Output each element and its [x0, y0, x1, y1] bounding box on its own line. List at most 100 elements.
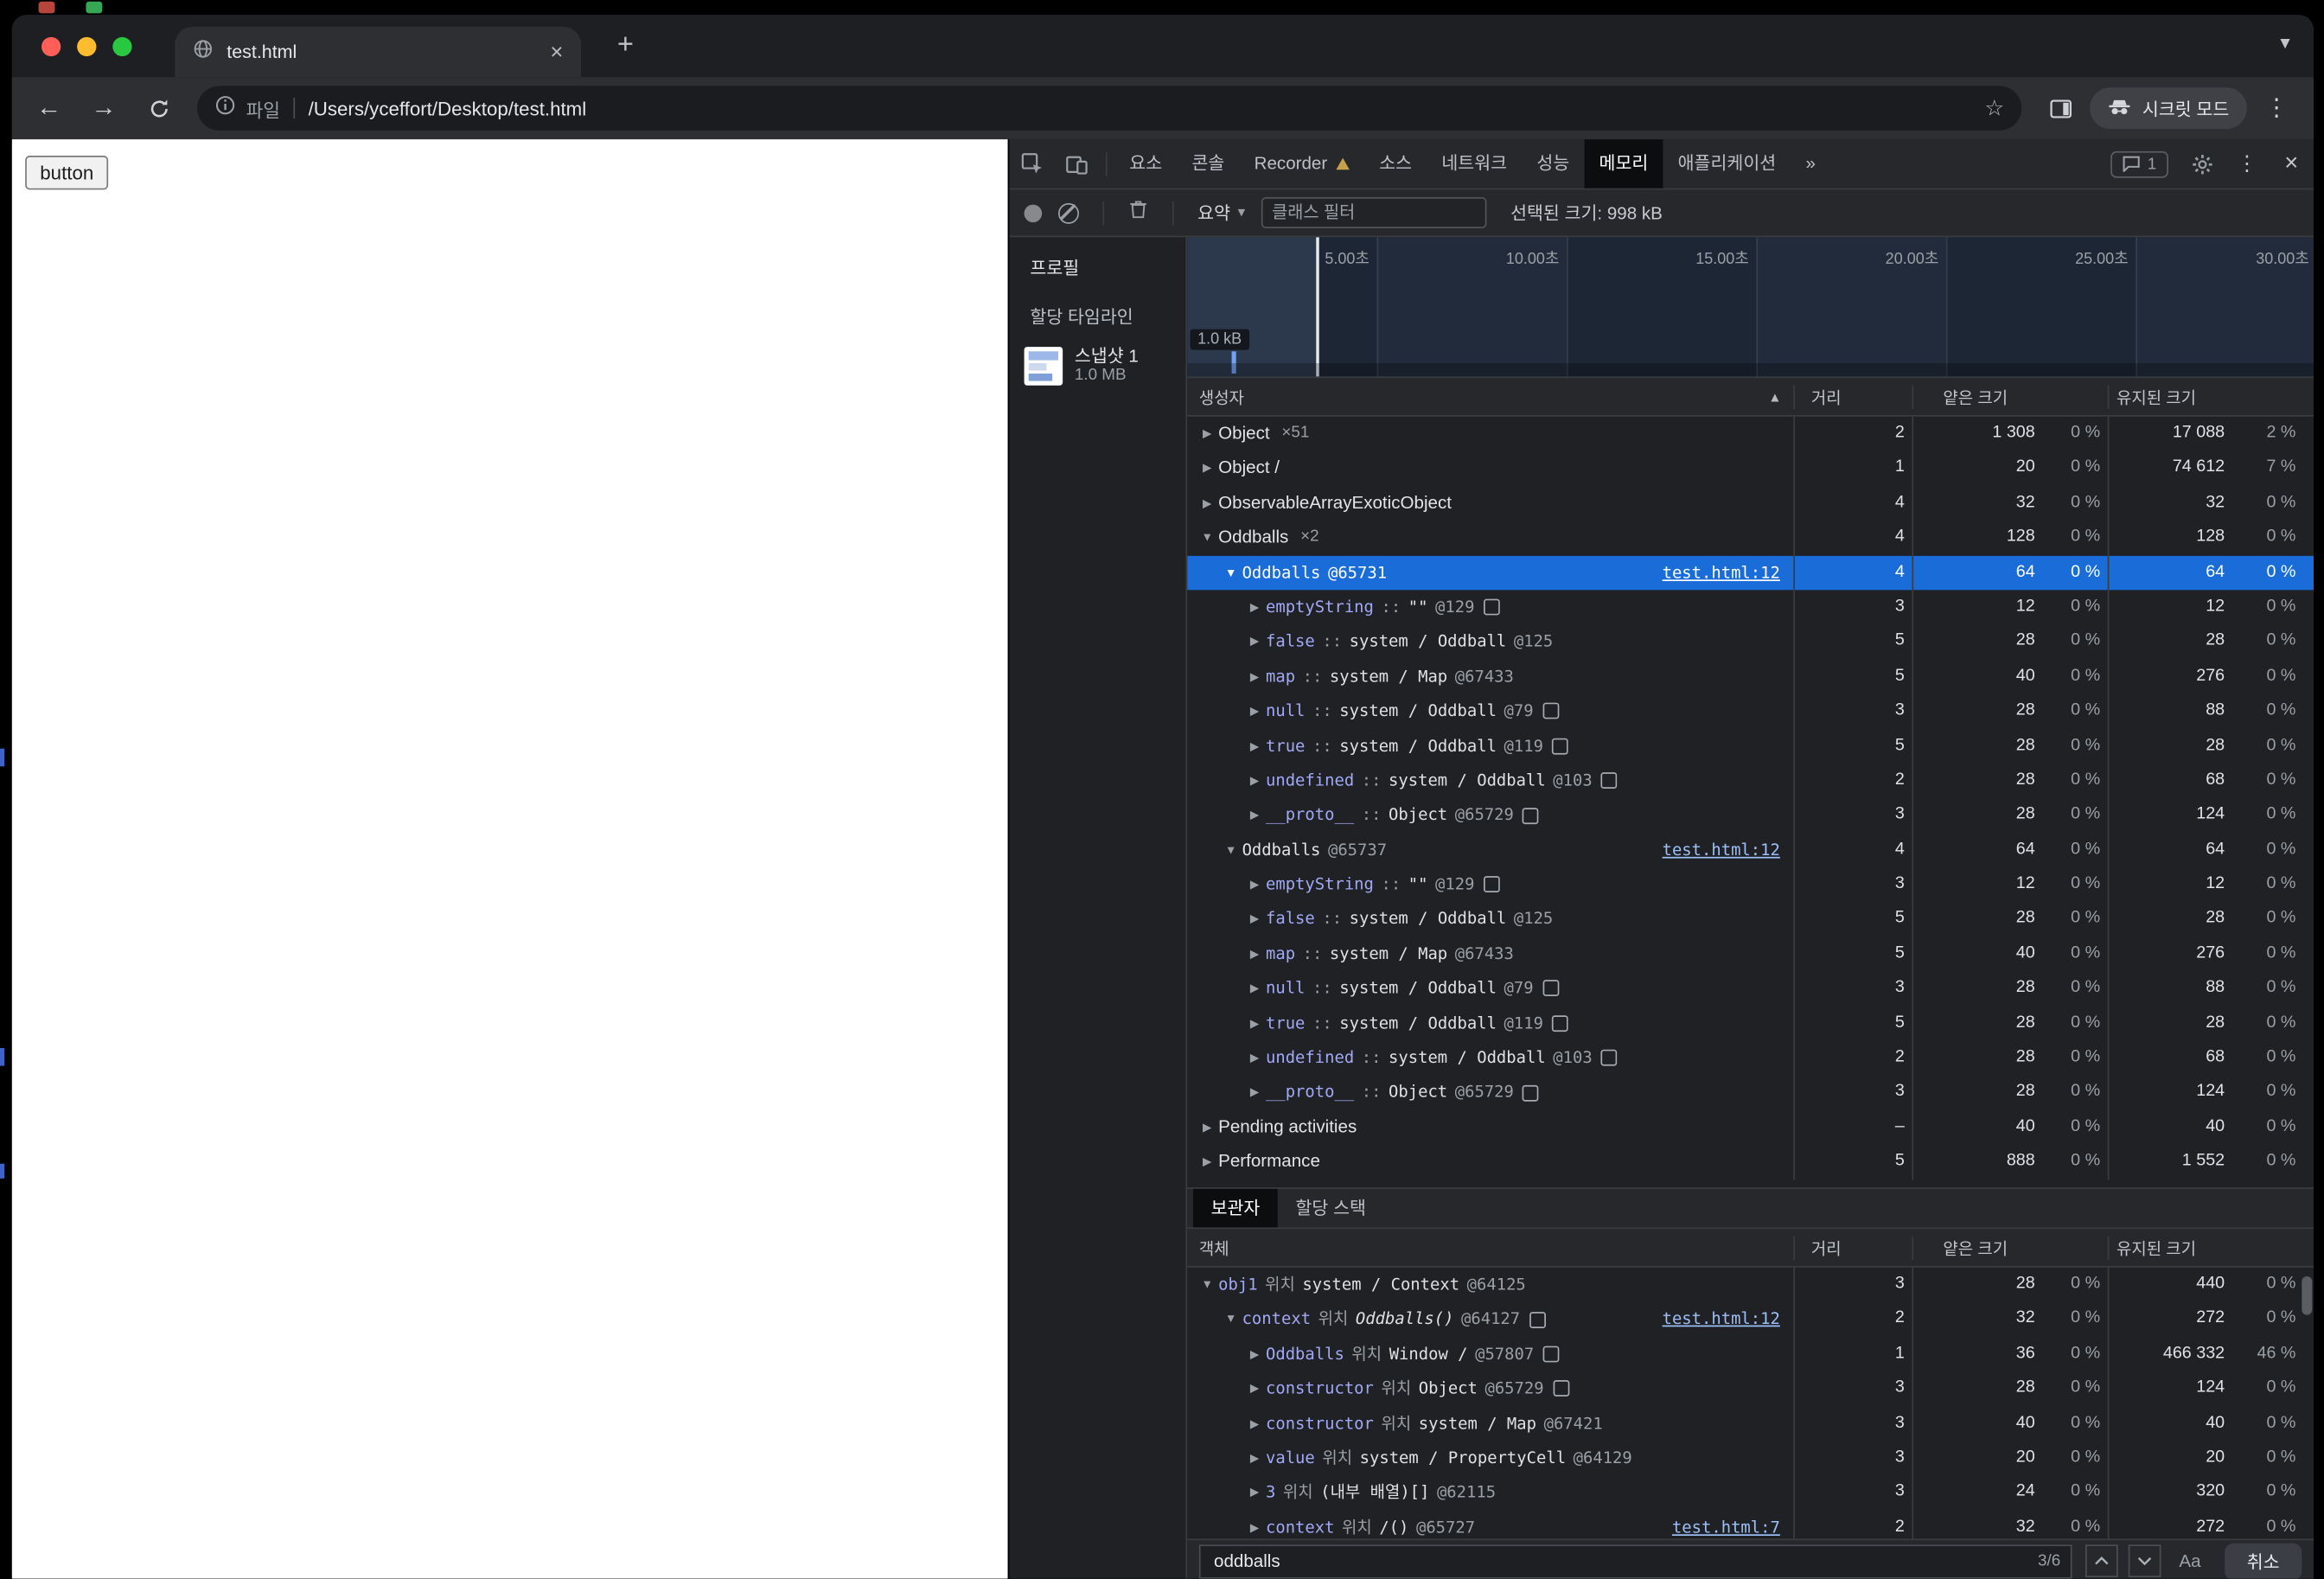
delete-profile-button[interactable]	[1128, 199, 1149, 227]
tab-close-icon[interactable]: ×	[550, 41, 563, 63]
page-button[interactable]: button	[25, 156, 108, 189]
retainer-row[interactable]: ▶Oddballs위치Window /@578071360 %466 33246…	[1187, 1337, 2314, 1371]
expand-arrow[interactable]: ▶	[1243, 1475, 1266, 1510]
heap-row[interactable]: ▶emptyString::""@1293120 %120 %	[1187, 590, 2314, 624]
tab-network[interactable]: 네트워크	[1427, 139, 1522, 189]
expand-arrow[interactable]: ▶	[1243, 798, 1266, 833]
heap-row[interactable]: ▶Performance58880 %1 5520 %	[1187, 1145, 2314, 1179]
perspective-select[interactable]: 요약 ▾	[1197, 200, 1245, 225]
retainer-row[interactable]: ▶constructor위치system / Map@674213400 %40…	[1187, 1406, 2314, 1441]
heap-row[interactable]: ▶null::system / Oddball@793280 %880 %	[1187, 971, 2314, 1006]
settings-gear-button[interactable]	[2180, 140, 2225, 188]
tab-console[interactable]: 콘솔	[1177, 139, 1239, 189]
clear-profiles-button[interactable]	[1058, 202, 1079, 223]
expand-arrow[interactable]: ▶	[1196, 451, 1218, 486]
page-info-icon[interactable]	[215, 94, 236, 123]
source-link[interactable]: test.html:7	[1672, 1510, 1793, 1538]
next-match-button[interactable]	[2129, 1544, 2161, 1577]
reload-button[interactable]	[133, 83, 183, 133]
expand-arrow[interactable]: ▶	[1243, 764, 1266, 798]
window-minimize-button[interactable]	[77, 37, 96, 56]
issues-counter[interactable]: 1	[2110, 150, 2168, 177]
bookmark-star-icon[interactable]: ☆	[1984, 95, 2004, 122]
match-case-button[interactable]: Aa	[2172, 1550, 2208, 1571]
class-filter-input[interactable]	[1261, 197, 1487, 228]
expand-arrow[interactable]: ▶	[1243, 1337, 1266, 1371]
browser-menu-button[interactable]: ⋮	[2251, 83, 2302, 133]
column-object[interactable]: 객체	[1187, 1236, 1793, 1259]
expand-arrow[interactable]: ▶	[1243, 1076, 1266, 1110]
expand-arrow[interactable]: ▶	[1243, 1510, 1266, 1538]
expand-arrow[interactable]: ▶	[1243, 1040, 1266, 1075]
heap-row[interactable]: ▶undefined::system / Oddball@1032280 %68…	[1187, 1040, 2314, 1075]
expand-arrow[interactable]: ▶	[1196, 417, 1218, 451]
timeline-selection-handle[interactable]	[1316, 237, 1318, 376]
expand-arrow[interactable]: ▶	[1243, 937, 1266, 971]
expand-arrow[interactable]: ▼	[1196, 521, 1218, 555]
source-link[interactable]: test.html:12	[1663, 1302, 1794, 1337]
tab-recorder[interactable]: Recorder	[1239, 139, 1364, 189]
source-link[interactable]: test.html:12	[1663, 555, 1794, 590]
previous-match-button[interactable]	[2085, 1544, 2118, 1577]
allocation-timeline-chart[interactable]: 5.00초 10.00초 15.00초 20.00초 25.00초 30.00초…	[1187, 237, 2314, 378]
column-shallow-size[interactable]: 얕은 크기	[1912, 385, 2107, 408]
inspect-element-button[interactable]	[1009, 140, 1053, 188]
expand-arrow[interactable]: ▶	[1243, 1441, 1266, 1475]
heap-row[interactable]: ▼Oddballs@65731test.html:124640 %640 %	[1187, 555, 2314, 590]
heap-row[interactable]: ▶true::system / Oddball@1195280 %280 %	[1187, 729, 2314, 764]
expand-arrow[interactable]: ▶	[1243, 729, 1266, 764]
expand-arrow[interactable]: ▶	[1196, 1145, 1218, 1179]
snapshot-item[interactable]: 스냅샷 1 1.0 MB	[1009, 341, 1185, 390]
browser-tab[interactable]: test.html ×	[175, 27, 581, 77]
cancel-button[interactable]: 취소	[2225, 1543, 2302, 1579]
heap-row[interactable]: ▶emptyString::""@1293120 %120 %	[1187, 867, 2314, 902]
back-button[interactable]: ←	[23, 83, 73, 133]
heap-row[interactable]: ▶Pending activities–400 %400 %	[1187, 1110, 2314, 1145]
heap-row[interactable]: ▶null::system / Oddball@793280 %880 %	[1187, 694, 2314, 729]
heap-row[interactable]: ▶ObservableArrayExoticObject4320 %320 %	[1187, 486, 2314, 521]
retainer-row[interactable]: ▶3위치(내부 배열)[]@621153240 %3200 %	[1187, 1475, 2314, 1510]
side-panel-button[interactable]	[2035, 83, 2085, 133]
address-bar[interactable]: 파일 /Users/yceffort/Desktop/test.html ☆	[197, 86, 2022, 130]
tab-search-button[interactable]: ▾	[2280, 31, 2289, 54]
device-toolbar-button[interactable]	[1054, 140, 1098, 188]
heap-row[interactable]: ▶false::system / Oddball@1255280 %280 %	[1187, 624, 2314, 659]
window-close-button[interactable]	[42, 37, 61, 56]
heap-row[interactable]: ▼Oddballs×241280 %1280 %	[1187, 521, 2314, 555]
expand-arrow[interactable]: ▶	[1243, 624, 1266, 659]
tab-elements[interactable]: 요소	[1114, 139, 1177, 189]
column-distance[interactable]: 거리	[1793, 1236, 1912, 1259]
timeline-selection[interactable]	[1187, 237, 1318, 376]
heap-row[interactable]: ▶false::system / Oddball@1255280 %280 %	[1187, 902, 2314, 937]
expand-arrow[interactable]: ▼	[1196, 1268, 1218, 1302]
expand-arrow[interactable]: ▶	[1243, 1406, 1266, 1441]
heap-row[interactable]: ▶undefined::system / Oddball@1032280 %68…	[1187, 764, 2314, 798]
heap-row[interactable]: ▶map::system / Map@674335400 %2760 %	[1187, 659, 2314, 694]
expand-arrow[interactable]: ▶	[1243, 902, 1266, 937]
source-link[interactable]: test.html:12	[1663, 833, 1794, 867]
window-zoom-button[interactable]	[112, 37, 131, 56]
expand-arrow[interactable]: ▶	[1243, 971, 1266, 1006]
tab-retainers[interactable]: 보관자	[1193, 1189, 1278, 1228]
retainer-row[interactable]: ▶value위치system / PropertyCell@641293200 …	[1187, 1441, 2314, 1475]
allocation-timeline-label[interactable]: 할당 타임라인	[1009, 295, 1185, 341]
find-input-box[interactable]: 3/6	[1199, 1544, 2072, 1577]
tab-application[interactable]: 애플리케이션	[1663, 139, 1791, 189]
expand-arrow[interactable]: ▶	[1243, 659, 1266, 694]
tab-memory[interactable]: 메모리	[1584, 139, 1663, 189]
devtools-close-button[interactable]: ×	[2270, 140, 2314, 188]
heap-row[interactable]: ▶__proto__::Object@657293280 %1240 %	[1187, 1076, 2314, 1110]
forward-button[interactable]: →	[79, 83, 129, 133]
tab-performance[interactable]: 성능	[1522, 139, 1584, 189]
more-tabs-button[interactable]: »	[1791, 139, 1830, 189]
expand-arrow[interactable]: ▶	[1243, 867, 1266, 902]
retainer-row[interactable]: ▼context위치Oddballs()@64127test.html:1223…	[1187, 1302, 2314, 1337]
heap-row[interactable]: ▶map::system / Map@674335400 %2760 %	[1187, 937, 2314, 971]
heap-row[interactable]: ▶true::system / Oddball@1195280 %280 %	[1187, 1006, 2314, 1040]
column-constructor[interactable]: 생성자 ▲	[1187, 385, 1793, 408]
retainer-row[interactable]: ▶context위치/()@65727test.html:72320 %2720…	[1187, 1510, 2314, 1538]
heap-row[interactable]: ▶Object /1200 %74 6127 %	[1187, 451, 2314, 486]
retainer-row[interactable]: ▼obj1위치system / Context@641253280 %4400 …	[1187, 1268, 2314, 1302]
expand-arrow[interactable]: ▼	[1220, 833, 1242, 867]
record-heap-button[interactable]	[1025, 204, 1043, 222]
